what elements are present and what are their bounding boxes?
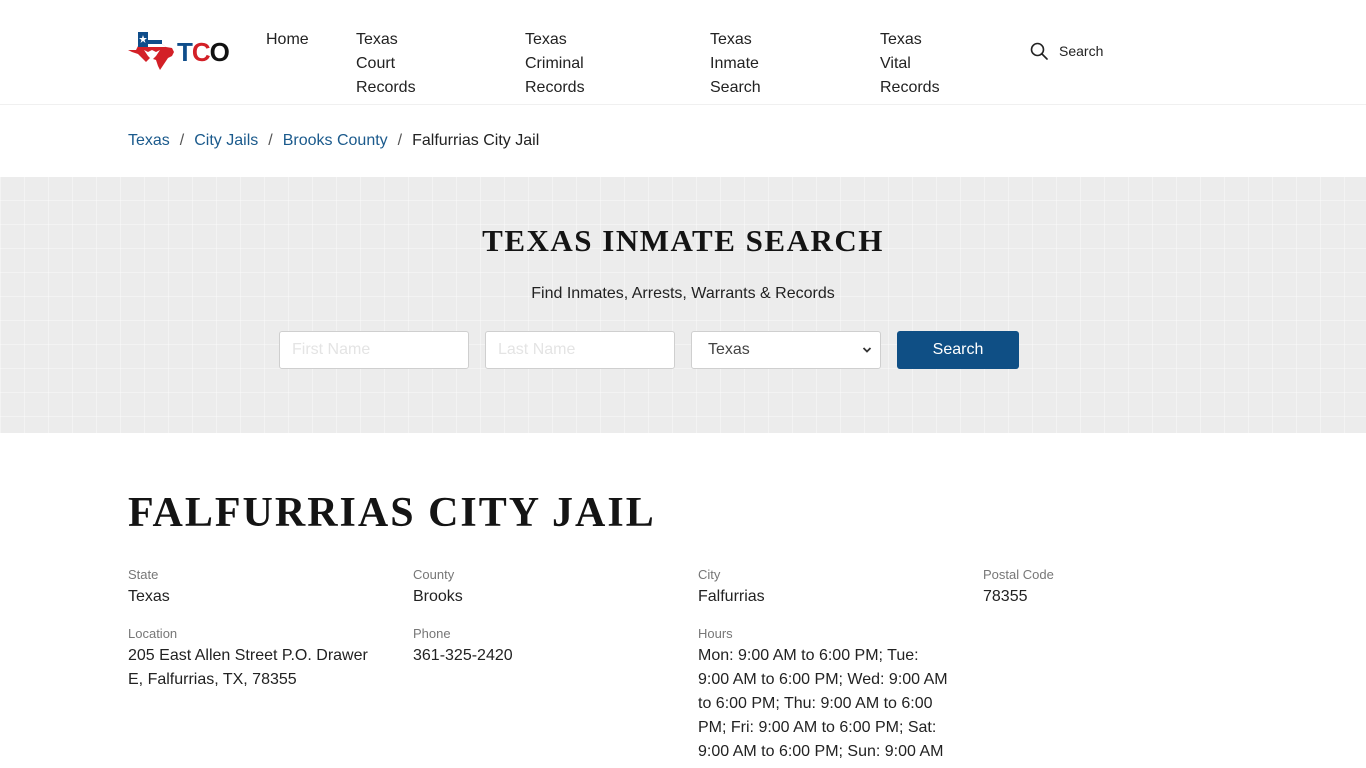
breadcrumb-separator: / xyxy=(397,132,403,149)
field-value: Mon: 9:00 AM to 6:00 PM; Tue: 9:00 AM to… xyxy=(698,647,948,760)
field-label: State xyxy=(128,567,159,582)
field-value: 361-325-2420 xyxy=(413,647,513,664)
nav-texas-criminal-records[interactable]: Texas Criminal Records xyxy=(525,28,585,100)
breadcrumb-city-jails[interactable]: City Jails xyxy=(194,132,258,150)
field-value: Texas xyxy=(128,588,170,605)
chevron-down-icon xyxy=(862,347,872,353)
field-city: City Falfurrias xyxy=(698,567,948,609)
field-state: State Texas xyxy=(128,567,378,609)
breadcrumb-brooks-county[interactable]: Brooks County xyxy=(283,132,388,150)
inmate-search-form: Texas Search xyxy=(279,331,1019,369)
field-label: County xyxy=(413,567,455,582)
logo-text: TCO xyxy=(177,36,230,68)
field-value: 205 East Allen Street P.O. Drawer E, Fal… xyxy=(128,647,368,688)
nav-texas-court-records[interactable]: Texas Court Records xyxy=(356,28,416,100)
breadcrumb-current: Falfurrias City Jail xyxy=(412,132,540,149)
field-postal-code: Postal Code 78355 xyxy=(983,567,1233,609)
nav-search-button[interactable]: Search xyxy=(1030,42,1103,60)
inmate-search-section: TEXAS INMATE SEARCH Find Inmates, Arrest… xyxy=(0,177,1366,433)
breadcrumb-separator: / xyxy=(268,132,273,149)
breadcrumb-texas[interactable]: Texas xyxy=(128,132,170,150)
first-name-input[interactable] xyxy=(279,331,469,369)
nav-home[interactable]: Home xyxy=(266,28,309,52)
field-phone: Phone 361-325-2420 xyxy=(413,626,663,668)
breadcrumb-separator: / xyxy=(179,132,185,149)
inmate-search-title: TEXAS INMATE SEARCH xyxy=(482,223,884,258)
state-select-value: Texas xyxy=(708,341,750,358)
search-icon xyxy=(1030,42,1048,60)
breadcrumb: Texas / City Jails / Brooks County / Fal… xyxy=(0,105,1366,177)
logo-letter-c: C xyxy=(191,36,211,67)
site-header: TCO Home Texas Court Records Texas Crimi… xyxy=(0,0,1366,105)
field-label: Phone xyxy=(413,626,451,641)
field-hours: Hours Mon: 9:00 AM to 6:00 PM; Tue: 9:00… xyxy=(698,626,952,764)
field-label: City xyxy=(698,567,721,582)
inmate-search-subtitle: Find Inmates, Arrests, Warrants & Record… xyxy=(531,285,835,302)
field-county: County Brooks xyxy=(413,567,663,609)
page-title: FALFURRIAS CITY JAIL xyxy=(128,490,656,536)
field-label: Postal Code xyxy=(983,567,1054,582)
logo-letter-o: O xyxy=(209,36,230,67)
nav-search-label: Search xyxy=(1059,43,1104,59)
site-logo[interactable]: TCO xyxy=(128,30,230,72)
last-name-input[interactable] xyxy=(485,331,675,369)
field-label: Location xyxy=(128,626,178,641)
logo-letter-t: T xyxy=(177,36,193,67)
inmate-search-button[interactable]: Search xyxy=(897,331,1019,369)
nav-texas-vital-records[interactable]: Texas Vital Records xyxy=(880,28,940,100)
field-value: Falfurrias xyxy=(698,588,765,605)
field-value: Brooks xyxy=(413,588,463,605)
field-label: Hours xyxy=(698,626,733,641)
state-select[interactable]: Texas xyxy=(691,331,881,369)
nav-texas-inmate-search[interactable]: Texas Inmate Search xyxy=(710,28,761,100)
field-value: 78355 xyxy=(983,588,1028,605)
texas-flag-logo-icon xyxy=(128,32,174,70)
field-location: Location 205 East Allen Street P.O. Draw… xyxy=(128,626,376,692)
